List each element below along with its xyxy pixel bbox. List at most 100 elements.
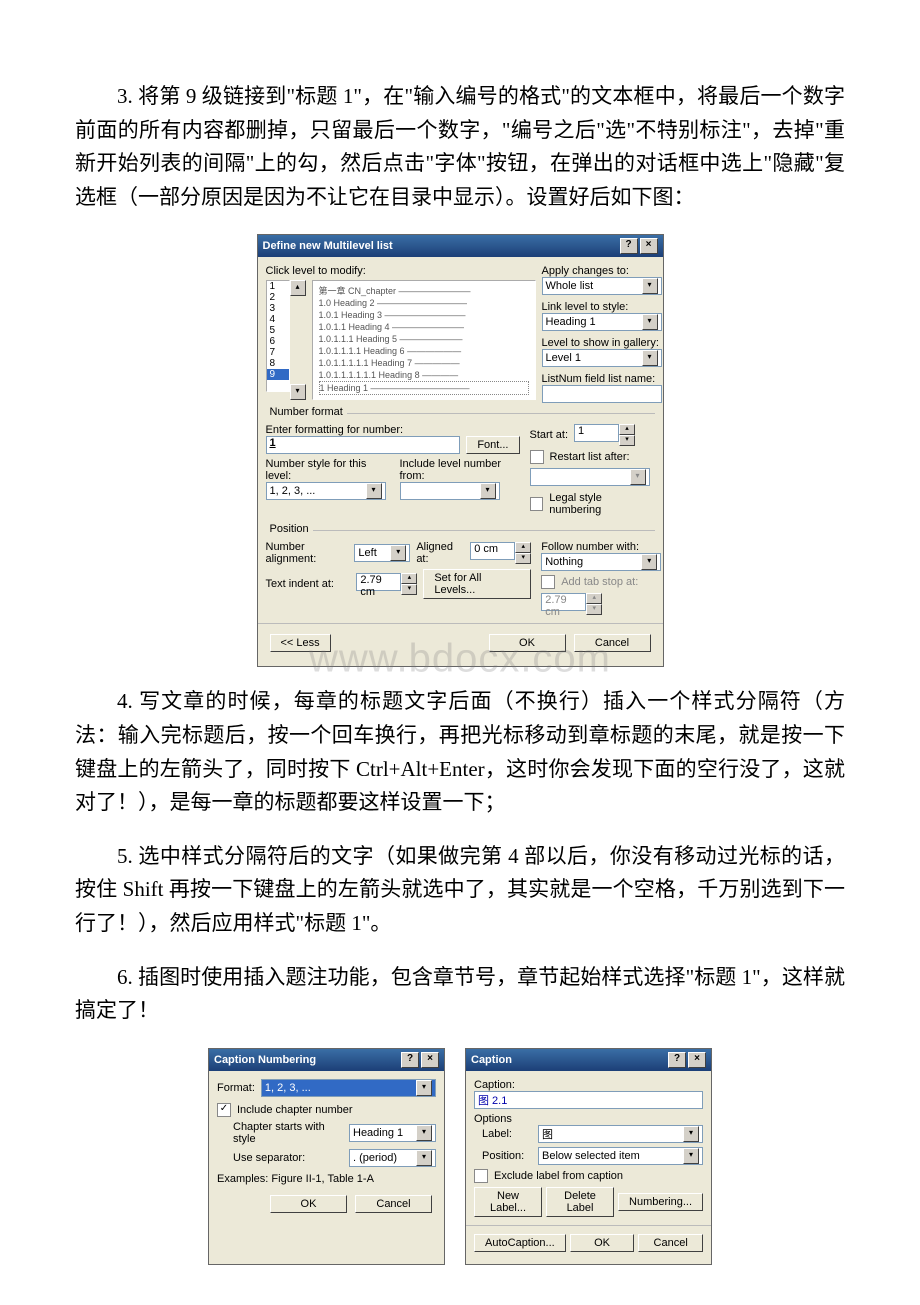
include-chapter-label: Include chapter number (237, 1104, 353, 1116)
spin-down-icon[interactable]: ▾ (619, 435, 635, 446)
link-level-label: Link level to style: (542, 301, 662, 313)
level-gallery-select[interactable]: Level 1▾ (542, 349, 662, 367)
restart-select: ▾ (530, 468, 650, 486)
cancel-button[interactable]: Cancel (638, 1234, 703, 1252)
level-7[interactable]: 7 (267, 347, 289, 358)
text-indent-spinner[interactable]: 2.79 cm▴▾ (356, 573, 417, 595)
numbering-button[interactable]: Numbering... (618, 1193, 703, 1211)
chevron-down-icon: ▾ (642, 314, 658, 330)
add-tab-checkbox (541, 575, 555, 589)
level-2[interactable]: 2 (267, 292, 289, 303)
font-button[interactable]: Font... (466, 436, 519, 454)
level-5[interactable]: 5 (267, 325, 289, 336)
chapter-starts-select[interactable]: Heading 1▾ (349, 1124, 436, 1142)
level-6[interactable]: 6 (267, 336, 289, 347)
spin-up-icon[interactable]: ▴ (619, 424, 635, 435)
level-8[interactable]: 8 (267, 358, 289, 369)
text-indent-value[interactable]: 2.79 cm (356, 573, 401, 591)
caption-dialog: Caption ? × Caption: 图 2.1 Options Label… (465, 1048, 712, 1265)
ok-button[interactable]: OK (570, 1234, 635, 1252)
start-at-spinner[interactable]: 1 ▴▾ (574, 424, 635, 446)
cancel-button[interactable]: Cancel (574, 634, 651, 652)
aligned-at-value[interactable]: 0 cm (470, 542, 515, 560)
spin-down-icon[interactable]: ▾ (401, 584, 417, 595)
help-icon[interactable]: ? (401, 1052, 419, 1068)
separator-select[interactable]: . (period) ▾ (349, 1149, 436, 1167)
chevron-down-icon: ▾ (683, 1148, 699, 1164)
chevron-down-icon: ▾ (416, 1080, 432, 1096)
chevron-down-icon: ▾ (416, 1150, 432, 1166)
level-list[interactable]: 1 2 3 4 5 6 7 8 9 (266, 280, 290, 392)
set-all-levels-button[interactable]: Set for All Levels... (423, 569, 531, 599)
text-indent-label: Text indent at: (266, 578, 351, 590)
chevron-down-icon: ▾ (683, 1126, 699, 1142)
chapter-starts-label: Chapter starts with style (233, 1121, 343, 1145)
include-level-select[interactable]: ▾ (400, 482, 500, 500)
click-level-label: Click level to modify: (266, 265, 536, 277)
include-chapter-checkbox[interactable]: ✓ (217, 1103, 231, 1117)
add-tab-spinner: 2.79 cm▴▾ (541, 593, 661, 615)
chevron-down-icon: ▾ (366, 483, 382, 499)
level-1[interactable]: 1 (267, 281, 289, 292)
new-label-button[interactable]: New Label... (474, 1187, 542, 1217)
position-group: Position (266, 523, 313, 535)
position-value: Below selected item (542, 1150, 640, 1162)
less-button[interactable]: << Less (270, 634, 331, 652)
cancel-button[interactable]: Cancel (355, 1195, 432, 1213)
spin-up-icon[interactable]: ▴ (401, 573, 417, 584)
number-alignment-value: Left (358, 547, 376, 559)
number-style-select[interactable]: 1, 2, 3, ...▾ (266, 482, 386, 500)
link-level-select[interactable]: Heading 1▾ (542, 313, 662, 331)
preview-line: 1.0.1.1.1.1.1.1 Heading 8 ———— (319, 369, 529, 381)
help-icon[interactable]: ? (668, 1052, 686, 1068)
dialog-title: Define new Multilevel list (263, 240, 393, 252)
restart-checkbox[interactable] (530, 450, 544, 464)
level-9[interactable]: 9 (267, 369, 289, 380)
preview-line: 1.0.1.1 Heading 4 ———————— (319, 321, 529, 333)
chevron-down-icon: ▾ (630, 469, 646, 485)
options-label: Options (474, 1113, 703, 1125)
level-3[interactable]: 3 (267, 303, 289, 314)
help-icon[interactable]: ? (620, 238, 638, 254)
separator-value: . (period) (353, 1152, 397, 1164)
level-scroll-up-icon[interactable]: ▴ (290, 280, 306, 296)
level-4[interactable]: 4 (267, 314, 289, 325)
restart-label: Restart list after: (550, 451, 630, 463)
ok-button[interactable]: OK (489, 634, 566, 652)
ok-button[interactable]: OK (270, 1195, 347, 1213)
delete-label-button[interactable]: Delete Label (546, 1187, 614, 1217)
follow-number-select[interactable]: Nothing▾ (541, 553, 661, 571)
paragraph-3: 3. 将第 9 级链接到"标题 1"，在"输入编号的格式"的文本框中，将最后一个… (75, 80, 845, 214)
add-tab-label: Add tab stop at: (561, 576, 638, 588)
close-icon[interactable]: × (421, 1052, 439, 1068)
listnum-input[interactable] (542, 385, 662, 403)
legal-checkbox[interactable] (530, 497, 544, 511)
position-select[interactable]: Below selected item ▾ (538, 1147, 703, 1165)
number-alignment-select[interactable]: Left▾ (354, 544, 410, 562)
format-select[interactable]: 1, 2, 3, ...▾ (261, 1079, 436, 1097)
caption-label: Caption: (474, 1079, 703, 1091)
close-icon[interactable]: × (688, 1052, 706, 1068)
spin-up-icon[interactable]: ▴ (515, 542, 531, 553)
follow-number-value: Nothing (545, 556, 583, 568)
listnum-label: ListNum field list name: (542, 373, 662, 385)
close-icon[interactable]: × (640, 238, 658, 254)
aligned-at-label: Aligned at: (416, 541, 464, 565)
apply-changes-select[interactable]: Whole list▾ (542, 277, 662, 295)
dialog-titlebar: Caption ? × (466, 1049, 711, 1071)
start-at-value[interactable]: 1 (574, 424, 619, 442)
exclude-checkbox[interactable] (474, 1169, 488, 1183)
label-select[interactable]: 图▾ (538, 1125, 703, 1143)
apply-changes-value: Whole list (546, 280, 594, 292)
spin-down-icon[interactable]: ▾ (515, 553, 531, 564)
enter-formatting-input[interactable]: 1 (266, 436, 461, 454)
legal-label: Legal style numbering (549, 492, 654, 516)
aligned-at-spinner[interactable]: 0 cm▴▾ (470, 542, 531, 564)
autocaption-button[interactable]: AutoCaption... (474, 1234, 566, 1252)
number-alignment-label: Number alignment: (266, 541, 349, 565)
level-scroll-down-icon[interactable]: ▾ (290, 384, 306, 400)
paragraph-6: 6. 插图时使用插入题注功能，包含章节号，章节起始样式选择"标题 1"，这样就搞… (75, 961, 845, 1028)
label-value: 图 (542, 1126, 553, 1142)
preview-box: 第一章 CN_chapter ———————— 1.0 Heading 2 ——… (312, 280, 536, 400)
caption-input[interactable]: 图 2.1 (474, 1091, 703, 1109)
